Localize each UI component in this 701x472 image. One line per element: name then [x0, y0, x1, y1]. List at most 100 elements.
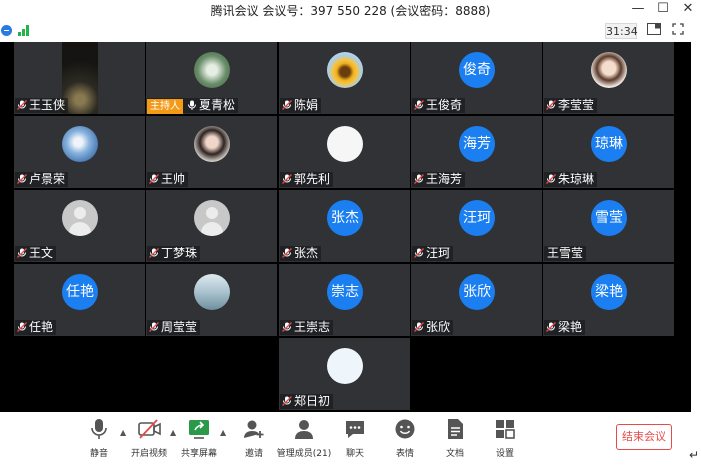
- participant-name: 郑日初: [294, 394, 331, 408]
- start-video-button[interactable]: 开启视频: [124, 418, 174, 459]
- participant-tile[interactable]: 李莹莹: [543, 42, 674, 114]
- participant-tile[interactable]: 汪珂 汪珂: [411, 190, 542, 262]
- participant-name: 张欣: [426, 320, 451, 334]
- mic-muted-icon: [15, 172, 29, 186]
- manage-members-label: 管理成员(21): [276, 449, 332, 459]
- manage-members-button[interactable]: 管理成员(21): [276, 418, 332, 459]
- chat-button[interactable]: 聊天: [330, 418, 380, 459]
- participant-nameplate: 王崇志: [280, 320, 334, 335]
- participant-tile[interactable]: 王文: [14, 190, 145, 262]
- participant-avatar: 崇志: [327, 274, 363, 310]
- share-options-caret[interactable]: ▲: [220, 428, 226, 437]
- mic-muted-icon: [544, 320, 558, 334]
- participant-nameplate: 任艳: [15, 320, 57, 335]
- title-bar: 腾讯会议 会议号：397 550 228 (会议密码：8888) — ☐ ✕: [0, 0, 701, 19]
- mic-muted-icon: [147, 320, 161, 334]
- documents-button[interactable]: 文档: [430, 418, 480, 459]
- mic-muted-icon: [147, 172, 161, 186]
- participant-name: 王俊奇: [426, 98, 463, 112]
- participant-nameplate: 郭先利: [280, 172, 334, 187]
- participant-nameplate: 梁艳: [544, 320, 586, 335]
- mic-muted-icon: [15, 246, 29, 260]
- participant-avatar: 汪珂: [459, 200, 495, 236]
- participant-name: 张杰: [294, 246, 319, 260]
- participant-nameplate: 陈娟: [280, 98, 322, 113]
- participant-avatar: [591, 52, 627, 88]
- close-button[interactable]: ✕: [676, 0, 700, 19]
- mic-muted-icon: [412, 246, 426, 260]
- participant-tile[interactable]: 郭先利: [279, 116, 410, 188]
- participant-avatar: 任艳: [62, 274, 98, 310]
- mic-muted-icon: [544, 172, 558, 186]
- share-screen-button[interactable]: 共享屏幕: [174, 418, 224, 459]
- fullscreen-icon[interactable]: [670, 23, 686, 39]
- participant-tile[interactable]: 崇志王崇志: [279, 264, 410, 336]
- participant-avatar: 琼琳: [591, 126, 627, 162]
- participant-name: 任艳: [29, 320, 54, 334]
- participant-tile[interactable]: 主持人 夏青松: [146, 42, 277, 114]
- window-title: 腾讯会议 会议号：397 550 228 (会议密码：8888): [210, 4, 491, 18]
- participant-tile[interactable]: 丁梦珠: [146, 190, 277, 262]
- participant-name: 王雪莹: [547, 246, 584, 260]
- minimize-button[interactable]: —: [626, 0, 650, 19]
- participant-tile[interactable]: 卢景荣: [14, 116, 145, 188]
- participant-tile[interactable]: 张欣 张欣: [411, 264, 542, 336]
- participant-tile[interactable]: 俊奇王俊奇: [411, 42, 542, 114]
- participant-nameplate: 王玉侠: [15, 98, 69, 113]
- participant-tile[interactable]: 海芳 王海芳: [411, 116, 542, 188]
- members-icon: [293, 418, 315, 440]
- meeting-toolbar: 静音 ▲ 开启视频 ▲ 共享屏幕 ▲ 邀请 管理成员(21) 聊天 表情 文档 …: [0, 412, 701, 472]
- layout-icon[interactable]: [646, 23, 662, 39]
- participant-tile[interactable]: 琼琳朱琼琳: [543, 116, 674, 188]
- smiley-icon: [394, 418, 416, 440]
- invite-label: 邀请: [244, 449, 263, 459]
- settings-label: 设置: [495, 449, 514, 459]
- participant-nameplate: 张杰: [280, 246, 322, 261]
- video-grid: 王玉侠 主持人 夏青松 陈娟 俊奇 王俊奇 李莹莹 卢景荣 王帅 郭先利 海芳 王海芳 琼琳 朱琼琳 王文丁…: [0, 42, 691, 412]
- start-video-label: 开启视频: [130, 449, 167, 459]
- mic-muted-icon: [544, 98, 558, 112]
- settings-button[interactable]: 设置: [480, 418, 530, 459]
- participant-nameplate: 王海芳: [412, 172, 466, 187]
- mute-button[interactable]: 静音: [74, 418, 124, 459]
- participant-tile[interactable]: 任艳 任艳: [14, 264, 145, 336]
- participant-nameplate: 朱琼琳: [544, 172, 598, 187]
- participant-avatar: [194, 200, 230, 236]
- reaction-button[interactable]: 表情: [380, 418, 430, 459]
- participant-avatar: 俊奇: [459, 52, 495, 88]
- participant-tile[interactable]: 王玉侠: [14, 42, 145, 114]
- maximize-button[interactable]: ☐: [651, 0, 675, 19]
- participant-tile[interactable]: 梁艳 梁艳: [543, 264, 674, 336]
- chat-icon: [344, 418, 366, 440]
- participant-name: 丁梦珠: [161, 246, 198, 260]
- meeting-timer: 31:34: [605, 23, 638, 39]
- participant-nameplate: 李莹莹: [544, 98, 598, 113]
- mute-label: 静音: [89, 449, 108, 459]
- participant-name: 夏青松: [199, 98, 236, 112]
- meeting-info-bar: 31:34: [0, 20, 701, 42]
- invite-button[interactable]: 邀请: [229, 418, 279, 459]
- participant-nameplate: 王雪莹: [544, 246, 587, 261]
- participant-name: 王玉侠: [29, 98, 66, 112]
- participant-tile[interactable]: 雪莹 王雪莹: [543, 190, 674, 262]
- document-icon: [444, 418, 466, 440]
- network-signal-icon[interactable]: [18, 25, 32, 36]
- participant-name: 周莹莹: [161, 320, 198, 334]
- participant-name: 梁艳: [558, 320, 583, 334]
- participant-nameplate: 周莹莹: [147, 320, 201, 335]
- participant-avatar: 张欣: [459, 274, 495, 310]
- participant-tile[interactable]: 张杰 张杰: [279, 190, 410, 262]
- participant-tile[interactable]: 王帅: [146, 116, 277, 188]
- participant-tile[interactable]: 郑日初: [279, 338, 410, 410]
- participant-nameplate: 王帅: [147, 172, 189, 187]
- participant-nameplate: 王俊奇: [412, 98, 466, 113]
- participant-tile[interactable]: 陈娟: [279, 42, 410, 114]
- add-user-icon: [243, 418, 265, 440]
- end-meeting-button[interactable]: 结束会议: [616, 424, 672, 450]
- mic-muted-icon: [280, 172, 294, 186]
- documents-label: 文档: [445, 449, 464, 459]
- security-shield-icon[interactable]: [1, 25, 12, 36]
- participant-name: 郭先利: [294, 172, 331, 186]
- mic-muted-icon: [280, 98, 294, 112]
- participant-tile[interactable]: 周莹莹: [146, 264, 277, 336]
